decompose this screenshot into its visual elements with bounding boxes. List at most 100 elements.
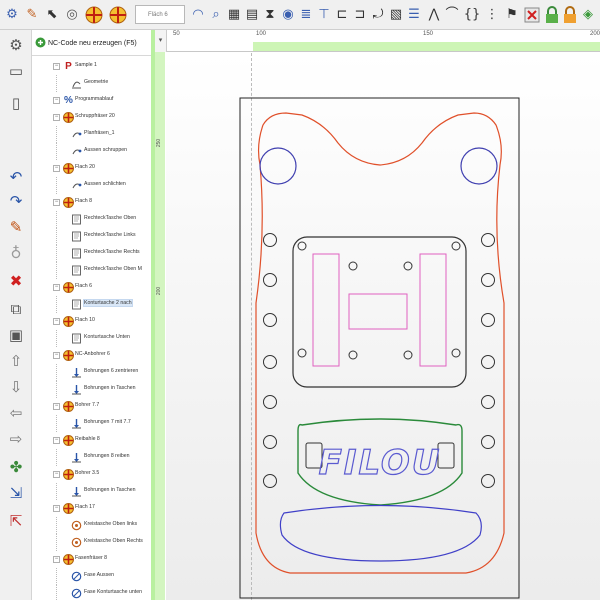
import-icon[interactable]: ⇲ xyxy=(5,482,27,504)
tree-item[interactable]: RechteckTasche Rechts xyxy=(32,245,151,262)
chess-flag-icon[interactable]: ⚑ xyxy=(502,4,522,25)
tree-expander-icon[interactable]: − xyxy=(53,403,60,410)
tree-item[interactable]: RechteckTasche Links xyxy=(32,228,151,245)
program-run-icon[interactable]: ▭ xyxy=(5,60,27,82)
tree-item[interactable]: Kreistasche Oben links xyxy=(32,517,151,534)
tree-item[interactable]: − P Sample 1 xyxy=(32,58,151,75)
lock-orange-icon[interactable] xyxy=(560,4,580,25)
format-icon[interactable]: ☰ xyxy=(404,4,424,25)
tree-item[interactable]: − Flach 20 xyxy=(32,160,151,177)
tree-item[interactable]: Geometrie xyxy=(32,75,151,92)
side-hole[interactable] xyxy=(263,313,277,327)
drop-icon[interactable]: ◈ xyxy=(578,4,598,25)
zoom-icon[interactable]: ⌕ xyxy=(206,4,226,25)
arrow-down-icon[interactable]: ⇩ xyxy=(5,376,27,398)
undo-icon[interactable]: ↶ xyxy=(5,166,27,188)
paste-icon[interactable]: ▣ xyxy=(5,324,27,346)
tree-expander-icon[interactable]: − xyxy=(53,199,60,206)
tree-expander-icon[interactable]: − xyxy=(53,556,60,563)
tree-item[interactable]: Bohrungen 8 reiben xyxy=(32,449,151,466)
tree-item[interactable]: − Flach 8 xyxy=(32,194,151,211)
grid-icon[interactable]: ▦ xyxy=(224,4,244,25)
arc-icon[interactable]: ⋀ xyxy=(424,4,444,25)
target-icon[interactable]: ◎ xyxy=(62,4,82,25)
tree-item[interactable]: Fase Konturtasche unten xyxy=(32,585,151,600)
circle-pocket-top-right[interactable] xyxy=(460,147,498,185)
lock-green-icon[interactable] xyxy=(542,4,562,25)
arrow-right-icon[interactable]: ⇨ xyxy=(5,428,27,450)
tree-item[interactable]: − Flach 17 xyxy=(32,500,151,517)
tree-item[interactable]: − Bohrer 7.7 xyxy=(32,398,151,415)
tree-expander-icon[interactable]: − xyxy=(53,505,60,512)
tree-item[interactable]: Aussen schruppen xyxy=(32,143,151,160)
brace-icon[interactable]: {} xyxy=(462,4,482,25)
tree-expander-icon[interactable]: − xyxy=(53,63,60,70)
nc-code-regenerate-label[interactable]: NC-Code neu erzeugen (F5) xyxy=(48,40,137,47)
tree-item[interactable]: Konturtasche 2 nach xyxy=(32,296,151,313)
inner-hole[interactable] xyxy=(451,241,461,251)
tree-expander-icon[interactable]: − xyxy=(53,352,60,359)
tree-item[interactable]: Aussen schlichten xyxy=(32,177,151,194)
gear-magnet-icon[interactable]: ⚙ xyxy=(2,4,22,25)
profile-icon[interactable]: ⊏ xyxy=(332,4,352,25)
side-hole[interactable] xyxy=(481,355,495,369)
side-hole[interactable] xyxy=(263,395,277,409)
tree-item[interactable]: − NC-Anbohrer 6 xyxy=(32,347,151,364)
engraving-text[interactable]: FILOU xyxy=(318,442,442,483)
inner-hole[interactable] xyxy=(451,348,461,358)
tree-item[interactable]: − Reibahle 8 xyxy=(32,432,151,449)
tree-expander-icon[interactable]: − xyxy=(53,318,60,325)
text-edit-icon[interactable]: ✎ xyxy=(22,4,42,25)
arrow-left-icon[interactable]: ⇦ xyxy=(5,402,27,424)
magnet-icon[interactable]: ⊐ xyxy=(350,4,370,25)
side-hole[interactable] xyxy=(263,233,277,247)
delete-x-icon[interactable]: ✖ xyxy=(5,270,27,292)
tree-item[interactable]: Planfräsen_1 xyxy=(32,126,151,143)
inner-hole[interactable] xyxy=(348,350,358,360)
cut-icon[interactable]: ⧗ xyxy=(260,4,280,25)
inner-hole[interactable] xyxy=(403,261,413,271)
close-cross-icon[interactable] xyxy=(522,4,542,25)
gear-icon[interactable]: ⚙ xyxy=(5,34,27,56)
inner-hole[interactable] xyxy=(297,241,307,251)
tree-expander-icon[interactable]: − xyxy=(53,165,60,172)
copy-icon[interactable]: ⧉ xyxy=(5,298,27,320)
bottom-pocket[interactable] xyxy=(279,504,482,562)
side-hole[interactable] xyxy=(263,355,277,369)
side-hole[interactable] xyxy=(481,435,495,449)
pocket-left[interactable] xyxy=(312,253,340,367)
circle-arc-icon[interactable]: ◠ xyxy=(188,4,208,25)
tool-probe-icon[interactable]: ⊤ xyxy=(314,4,334,25)
align-icon[interactable]: ▧ xyxy=(386,4,406,25)
tree-item[interactable]: Bohrungen 6 zentrieren xyxy=(32,364,151,381)
tree-item[interactable]: − Flach 10 xyxy=(32,313,151,330)
tree-item[interactable]: Bohrungen 7 mit 7.7 xyxy=(32,415,151,432)
side-hole[interactable] xyxy=(481,474,495,488)
pocket-right[interactable] xyxy=(419,253,447,367)
origin-cross-icon-2[interactable] xyxy=(108,4,128,25)
redo-icon[interactable]: ↷ xyxy=(5,190,27,212)
inner-hole[interactable] xyxy=(348,261,358,271)
tree-item[interactable]: − Schruppfräser 20 xyxy=(32,109,151,126)
cursor-icon[interactable]: ⬉ xyxy=(42,4,62,25)
inner-hole[interactable] xyxy=(403,350,413,360)
tree-expander-icon[interactable]: − xyxy=(53,437,60,444)
export-icon[interactable]: ⇱ xyxy=(5,510,27,532)
side-hole[interactable] xyxy=(481,395,495,409)
list-icon[interactable]: ⋮ xyxy=(482,4,502,25)
side-hole[interactable] xyxy=(263,435,277,449)
tree-item[interactable]: − Bohrer 3.5 xyxy=(32,466,151,483)
origin-cross-icon[interactable] xyxy=(84,4,104,25)
tree-expander-icon[interactable]: − xyxy=(53,471,60,478)
line-icon[interactable]: ≣ xyxy=(296,4,316,25)
circle-pocket-top-left[interactable] xyxy=(259,147,297,185)
spiral-icon[interactable]: ◉ xyxy=(278,4,298,25)
nc-icon[interactable]: ▯ xyxy=(5,92,27,114)
tree-item[interactable]: Bohrungen in Taschen xyxy=(32,483,151,500)
tree-item[interactable]: Konturtasche Unten xyxy=(32,330,151,347)
pocket-middle[interactable] xyxy=(348,293,408,330)
bulb-icon[interactable]: ♁ xyxy=(5,242,27,264)
side-hole[interactable] xyxy=(263,273,277,287)
part-drawing[interactable]: FILOU xyxy=(166,53,600,600)
arrow-up-icon[interactable]: ⇧ xyxy=(5,350,27,372)
